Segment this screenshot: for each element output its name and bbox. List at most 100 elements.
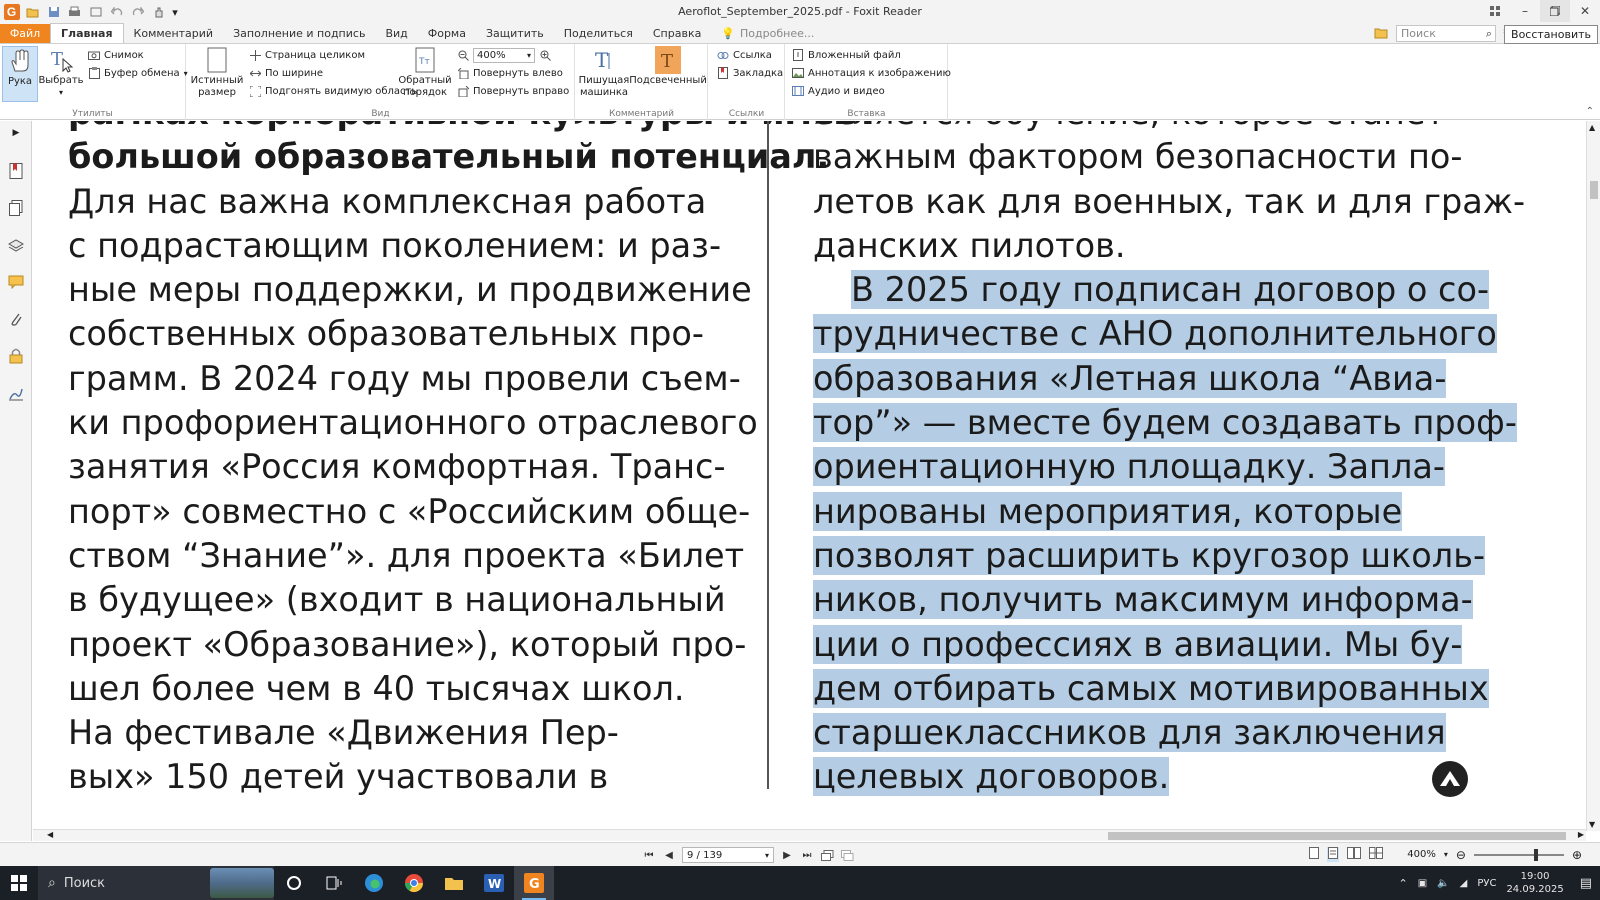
- security-panel-icon[interactable]: [6, 346, 26, 366]
- chrome-browser-icon[interactable]: [394, 866, 434, 900]
- vertical-scrollbar[interactable]: ▲ ▼: [1586, 121, 1600, 831]
- page-number-input[interactable]: 9 / 139 ▾: [682, 847, 774, 863]
- zoom-slider-knob[interactable]: [1533, 848, 1538, 861]
- reverse-order-button[interactable]: Tт Обратный порядок: [398, 46, 452, 99]
- taskbar-search-box[interactable]: ⌕ Поиск: [38, 866, 274, 900]
- bookmarks-panel-icon[interactable]: [6, 161, 26, 181]
- fit-width-button[interactable]: По ширине: [249, 65, 323, 81]
- tab-view[interactable]: Вид: [375, 24, 417, 43]
- volume-icon[interactable]: 🔈: [1437, 878, 1449, 889]
- zoom-in-circle-icon[interactable]: ⊕: [1572, 848, 1582, 862]
- zoom-out-icon[interactable]: [457, 49, 469, 61]
- actual-size-button[interactable]: Истинный размер: [191, 46, 243, 99]
- tab-file[interactable]: Файл: [0, 24, 50, 43]
- hand-tool-icon[interactable]: [149, 3, 168, 22]
- notifications-icon[interactable]: ▤: [1580, 876, 1592, 891]
- tab-share[interactable]: Поделиться: [554, 24, 643, 43]
- tell-me[interactable]: 💡 Подробнее...: [711, 24, 824, 43]
- hand-button[interactable]: Рука: [2, 46, 38, 102]
- continuous-facing-view-icon[interactable]: [1369, 847, 1384, 862]
- first-page-icon[interactable]: ⏮: [642, 848, 656, 862]
- clock[interactable]: 19:00 24.09.2025: [1506, 870, 1563, 896]
- last-page-icon[interactable]: ⏭: [800, 848, 814, 862]
- next-view-icon[interactable]: [840, 848, 854, 862]
- signatures-panel-icon[interactable]: [6, 383, 26, 403]
- tab-form[interactable]: Форма: [418, 24, 476, 43]
- previous-view-icon[interactable]: [820, 848, 834, 862]
- zoom-select[interactable]: 400% ▾: [473, 47, 535, 63]
- facing-view-icon[interactable]: [1347, 847, 1362, 862]
- tab-home[interactable]: Главная: [50, 23, 124, 43]
- minimize-button[interactable]: –: [1510, 0, 1540, 22]
- search-input[interactable]: Поиск ⌕: [1396, 25, 1496, 42]
- search-folder-icon[interactable]: [1374, 26, 1388, 42]
- select-button[interactable]: T Выбрать ▾: [38, 46, 83, 99]
- scroll-down-arrow-icon[interactable]: ▼: [1589, 820, 1595, 829]
- language-indicator[interactable]: РУС: [1477, 878, 1496, 889]
- document-view[interactable]: рамках корпоративной культуры и имеет бол…: [33, 121, 1586, 831]
- restore-button[interactable]: [1540, 0, 1570, 22]
- collapse-ribbon-icon[interactable]: ⌃: [1586, 106, 1594, 117]
- close-button[interactable]: ✕: [1570, 0, 1600, 22]
- screen-icon[interactable]: [86, 3, 105, 22]
- horizontal-scrollbar[interactable]: ◀ ▶: [33, 829, 1586, 841]
- undo-icon[interactable]: [107, 3, 126, 22]
- group-label-view: Вид: [371, 109, 390, 119]
- typewriter-button[interactable]: T Пишущая машинка: [579, 46, 630, 99]
- attached-file-button[interactable]: Вложенный файл: [792, 47, 901, 63]
- save-icon[interactable]: [44, 3, 63, 22]
- tab-help[interactable]: Справка: [643, 24, 711, 43]
- windows-start-button[interactable]: [0, 866, 38, 900]
- page-dropdown-icon[interactable]: ▾: [765, 851, 769, 860]
- horizontal-scroll-thumb[interactable]: [1108, 832, 1566, 840]
- expand-panel-icon[interactable]: ▶: [6, 123, 26, 143]
- attachments-panel-icon[interactable]: [6, 309, 26, 329]
- open-icon[interactable]: [23, 3, 42, 22]
- fit-visible-button[interactable]: Подгонять видимую область: [249, 83, 417, 99]
- fit-page-button[interactable]: Страница целиком: [249, 47, 365, 63]
- rotate-right-button[interactable]: Повернуть вправо: [457, 83, 569, 99]
- app-logo[interactable]: G: [2, 3, 21, 22]
- search-icon[interactable]: ⌕: [1486, 27, 1495, 41]
- scroll-right-arrow-icon[interactable]: ▶: [1578, 830, 1584, 839]
- scroll-up-arrow-icon[interactable]: ▲: [1589, 123, 1595, 132]
- word-icon[interactable]: W: [474, 866, 514, 900]
- clipboard-button[interactable]: Буфер обмена ▾: [88, 65, 188, 81]
- cortana-icon[interactable]: [274, 866, 314, 900]
- zoom-slider[interactable]: [1473, 848, 1564, 861]
- network-icon[interactable]: ◢: [1460, 878, 1468, 889]
- redo-icon[interactable]: [128, 3, 147, 22]
- zoom-menu-dropdown-icon[interactable]: ▾: [1444, 850, 1448, 859]
- zoom-out-circle-icon[interactable]: ⊖: [1456, 848, 1466, 862]
- scroll-to-top-button[interactable]: [1432, 761, 1468, 797]
- tab-comment[interactable]: Комментарий: [124, 24, 224, 43]
- vertical-scroll-thumb[interactable]: [1590, 181, 1598, 199]
- comments-panel-icon[interactable]: [6, 272, 26, 292]
- tab-protect[interactable]: Защитить: [476, 24, 554, 43]
- ribbon-layout-icon[interactable]: [1480, 0, 1510, 22]
- scroll-left-arrow-icon[interactable]: ◀: [47, 830, 53, 839]
- highlight-button[interactable]: T Подсвеченный: [629, 46, 707, 87]
- link-button[interactable]: Ссылка: [717, 47, 772, 63]
- single-page-view-icon[interactable]: [1309, 847, 1320, 862]
- tab-fill-sign[interactable]: Заполнение и подпись: [223, 24, 375, 43]
- rotate-left-button[interactable]: Повернуть влево: [457, 65, 563, 81]
- pages-panel-icon[interactable]: [6, 198, 26, 218]
- previous-page-icon[interactable]: ◀: [662, 848, 676, 862]
- audio-video-button[interactable]: Аудио и видео: [792, 83, 885, 99]
- print-icon[interactable]: [65, 3, 84, 22]
- foxit-reader-taskbar-icon[interactable]: G: [514, 866, 554, 900]
- tray-camera-icon[interactable]: ▣: [1418, 878, 1427, 889]
- file-explorer-icon[interactable]: [434, 866, 474, 900]
- customize-dropdown-icon[interactable]: ▾: [170, 3, 180, 22]
- layers-panel-icon[interactable]: [6, 235, 26, 255]
- tray-chevron-icon[interactable]: ⌃: [1399, 877, 1408, 890]
- next-page-icon[interactable]: ▶: [780, 848, 794, 862]
- image-annotation-button[interactable]: Аннотация к изображению: [792, 65, 951, 81]
- bookmark-button[interactable]: Закладка: [717, 65, 783, 81]
- zoom-in-icon[interactable]: [539, 49, 551, 61]
- task-view-icon[interactable]: [314, 866, 354, 900]
- continuous-view-icon[interactable]: [1327, 847, 1340, 862]
- edge-browser-icon[interactable]: [354, 866, 394, 900]
- snapshot-button[interactable]: Снимок: [88, 47, 144, 63]
